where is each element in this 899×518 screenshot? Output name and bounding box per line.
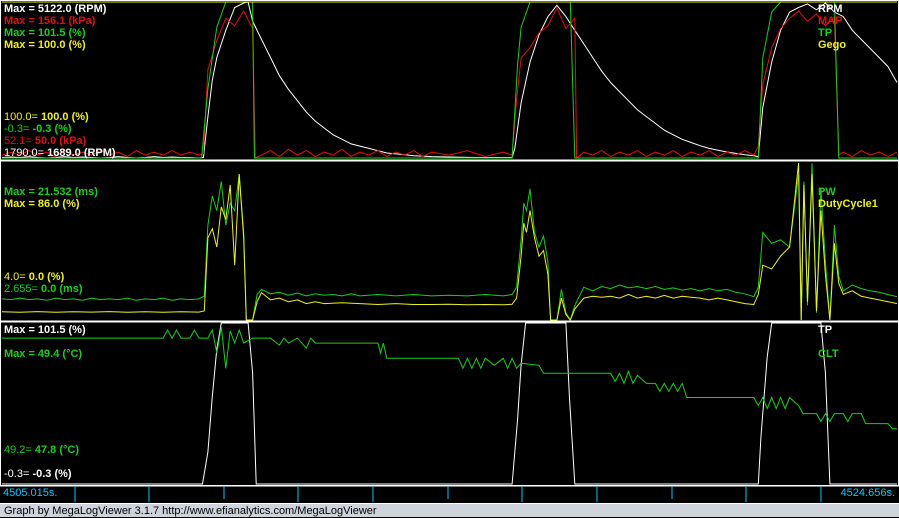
max-label-dutycycle1: Max = 86.0 (%) — [4, 198, 80, 210]
max-label-tp: Max = 101.5 (%) — [4, 27, 86, 39]
series-name-gego: Gego — [818, 39, 846, 51]
log-graph[interactable]: Max = 5122.0 (RPM) 1790.0= 1689.0 (RPM) RP… — [0, 0, 899, 517]
max-label-gego: Max = 100.0 (%) — [4, 39, 86, 51]
min-label-gego: 100.0= 100.0 (%) — [4, 111, 89, 123]
min-label-dutycycle1: 4.0= 0.0 (%) — [4, 271, 65, 283]
min-label-clt: 49.2= 47.8 (°C) — [4, 444, 79, 456]
min-label-map: 52.1= 50.0 (kPa) — [4, 135, 87, 147]
series-name-dutycycle1: DutyCycle1 — [818, 198, 878, 210]
series-name-rpm: RPM — [818, 3, 842, 15]
series-name-clt: CLT — [818, 348, 839, 360]
max-label-clt: Max = 49.4 (°C) — [4, 348, 82, 360]
series-name-tp: TP — [818, 27, 832, 39]
footer-credit: Graph by MegaLogViewer 3.1.7 http://www.… — [0, 503, 899, 517]
max-label-map: Max = 156.1 (kPa) — [4, 15, 96, 27]
min-label-tp: -0.3= -0.3 (%) — [4, 123, 72, 135]
series-name-pw: PW — [818, 186, 836, 198]
max-label-rpm: Max = 5122.0 (RPM) — [4, 3, 107, 15]
max-label-pw: Max = 21.532 (ms) — [4, 186, 98, 198]
footer-credit-text: Graph by MegaLogViewer 3.1.7 http://www.… — [4, 505, 377, 517]
max-label-tp: Max = 101.5 (%) — [4, 324, 86, 336]
axis-end-label: 4524.656s. — [841, 487, 895, 499]
series-name-tp: TP — [818, 324, 832, 336]
min-label-rpm: 1790.0= 1689.0 (RPM) — [4, 147, 116, 159]
series-name-map: MAP — [818, 15, 842, 27]
min-label-pw: 2.655= 0.0 (ms) — [4, 283, 83, 295]
axis-start-label: 4505.015s. — [3, 487, 57, 499]
min-label-tp: -0.3= -0.3 (%) — [4, 468, 72, 480]
